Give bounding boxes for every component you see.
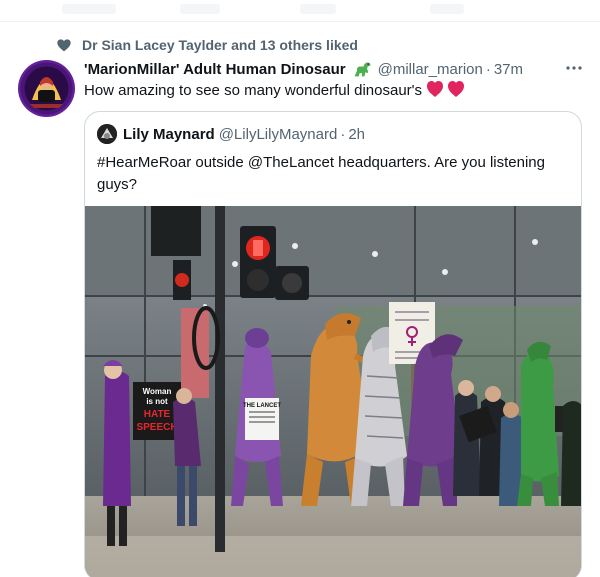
timestamp[interactable]: 37m (494, 61, 523, 78)
quoted-tweet[interactable]: Lily Maynard @LilyLilyMaynard · 2h #Hear… (84, 111, 582, 577)
tweet-text: How amazing to see so many wonderful din… (84, 80, 584, 105)
dinosaur-emoji-icon (354, 62, 370, 77)
sign-line-1: Woman (143, 387, 172, 396)
quoted-avatar (97, 124, 117, 144)
quoted-tweet-text: #HearMeRoar outside @TheLancet headquart… (97, 154, 545, 193)
red-heart-icon (427, 81, 465, 97)
tweet-header: 'MarionMillar' Adult Human Dinosaur @mil… (84, 58, 584, 80)
social-context[interactable]: Dr Sian Lacey Taylder and 13 others like… (56, 36, 358, 54)
author-handle[interactable]: @millar_marion (378, 61, 483, 78)
ghost-text (62, 4, 116, 14)
quoted-photo[interactable]: Woman is not HATE SPEECH THE LANCET (85, 206, 581, 577)
previous-tweet-edge (0, 0, 600, 22)
avatar[interactable] (18, 60, 75, 117)
emoji-group (426, 80, 466, 105)
ghost-text (300, 4, 336, 14)
author-name[interactable]: 'MarionMillar' Adult Human Dinosaur (84, 61, 346, 78)
separator: · (485, 60, 491, 78)
heart-icon (57, 39, 71, 52)
sign-line-2: is not (146, 397, 168, 406)
lancet-sign: THE LANCET (243, 403, 281, 409)
avatar-image (20, 62, 73, 115)
quoted-avatar-image (97, 124, 117, 144)
quoted-separator: · (340, 125, 346, 143)
quoted-author-name: Lily Maynard (123, 125, 215, 143)
ghost-text (430, 4, 464, 14)
protest-photo: Woman is not HATE SPEECH THE LANCET (85, 206, 581, 577)
tweet-body: How amazing to see so many wonderful din… (84, 82, 423, 99)
sign-line-4: SPEECH (136, 422, 177, 433)
ghost-text (180, 4, 220, 14)
quoted-timestamp: 2h (348, 125, 365, 143)
more-options-icon[interactable] (564, 60, 584, 76)
liked-by-text[interactable]: Dr Sian Lacey Taylder and 13 others like… (82, 37, 358, 53)
quoted-tweet-header: Lily Maynard @LilyLilyMaynard · 2h (97, 124, 365, 144)
quoted-author-handle: @LilyLilyMaynard (218, 125, 338, 143)
sign-line-3: HATE (144, 409, 171, 420)
